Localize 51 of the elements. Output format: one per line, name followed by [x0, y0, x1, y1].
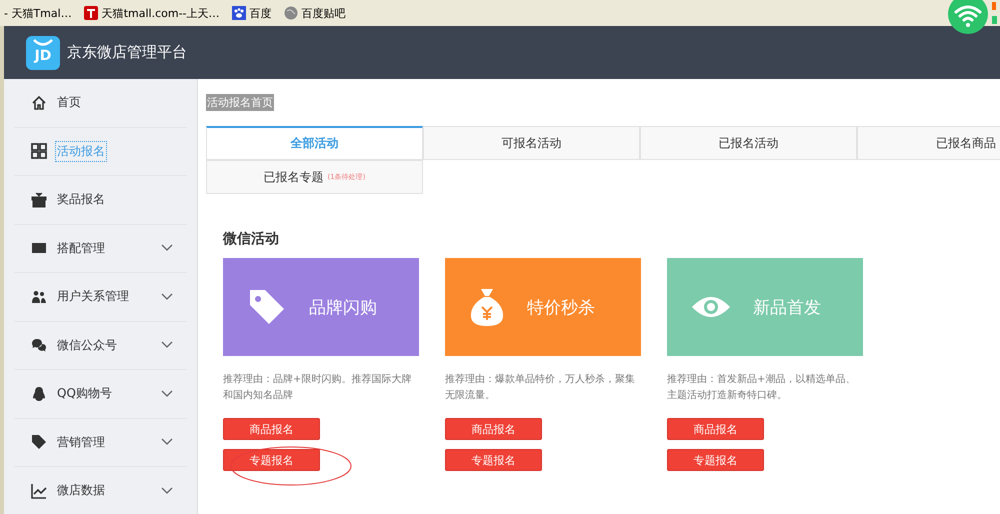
sidebar-item[interactable]: 搭配管理	[55, 238, 107, 259]
chevron-down-icon[interactable]	[161, 486, 173, 495]
sidebar-item[interactable]: 奖品报名	[55, 189, 107, 210]
grid-icon	[31, 143, 47, 160]
chevron-down-icon[interactable]	[161, 244, 173, 252]
bookmark-link[interactable]: - 天猫Tmal…	[4, 6, 72, 20]
money-bag-icon	[469, 287, 505, 327]
activity-title: 品牌闪购	[309, 296, 377, 318]
tab[interactable]: 可报名活动	[423, 126, 640, 160]
wifi-icon	[948, 0, 1000, 36]
register-button[interactable]: 商品报名	[667, 418, 764, 440]
globe-icon	[284, 6, 298, 20]
gift-icon	[31, 192, 47, 208]
tag-icon	[31, 434, 47, 450]
chevron-down-icon[interactable]	[161, 390, 173, 398]
jd-logo: JD	[26, 36, 60, 70]
people-icon	[31, 288, 47, 305]
bookmark-link[interactable]: 百度贴吧	[302, 6, 346, 20]
activity-description: 推荐理由：爆款单品特价，万人秒杀，聚集无限流量。	[445, 372, 636, 403]
sidebar-item[interactable]: 首页	[55, 92, 83, 114]
eye-icon	[691, 294, 731, 320]
line-chart-icon	[31, 482, 47, 499]
tag-icon	[247, 287, 287, 327]
house-icon	[31, 94, 47, 111]
sidebar-item[interactable]: QQ购物号	[55, 383, 114, 404]
chevron-down-icon[interactable]	[161, 341, 173, 350]
tab[interactable]: 已报名活动	[640, 126, 857, 160]
register-button[interactable]: 专题报名	[223, 449, 320, 471]
tab[interactable]: 已报名商品	[857, 126, 1000, 160]
sidebar-item[interactable]: 营销管理	[55, 432, 107, 453]
sidebar-item[interactable]: 用户关系管理	[55, 286, 131, 308]
penguin-icon	[31, 386, 47, 402]
chat-bubbles-icon	[31, 337, 47, 354]
activity-description: 推荐理由：品牌+限时闪购。推荐国际大牌和国内知名品牌	[223, 372, 412, 403]
register-button[interactable]: 专题报名	[667, 449, 764, 471]
paw-icon	[232, 6, 246, 20]
sidebar-item[interactable]: 微店数据	[55, 480, 107, 502]
chevron-down-icon[interactable]	[161, 292, 173, 301]
register-button[interactable]: 商品报名	[445, 418, 542, 440]
app-title: 京东微店管理平台	[67, 43, 187, 62]
register-button[interactable]: 商品报名	[223, 418, 320, 440]
letter-t-icon	[84, 6, 98, 20]
activity-title: 特价秒杀	[527, 296, 595, 318]
section-title: 微信活动	[223, 230, 280, 249]
register-button[interactable]: 专题报名	[445, 449, 542, 471]
activity-description: 推荐理由：首发新品+潮品，以精选单品、主题活动打造新奇特口碑。	[667, 372, 856, 403]
bookmark-link[interactable]: 天猫tmall.com--上天…	[102, 6, 220, 20]
bookmark-link[interactable]: 百度	[250, 6, 272, 20]
chevron-down-icon[interactable]	[161, 438, 173, 446]
sidebar-item[interactable]: 微信公众号	[55, 334, 119, 356]
activity-title: 新品首发	[753, 296, 821, 318]
